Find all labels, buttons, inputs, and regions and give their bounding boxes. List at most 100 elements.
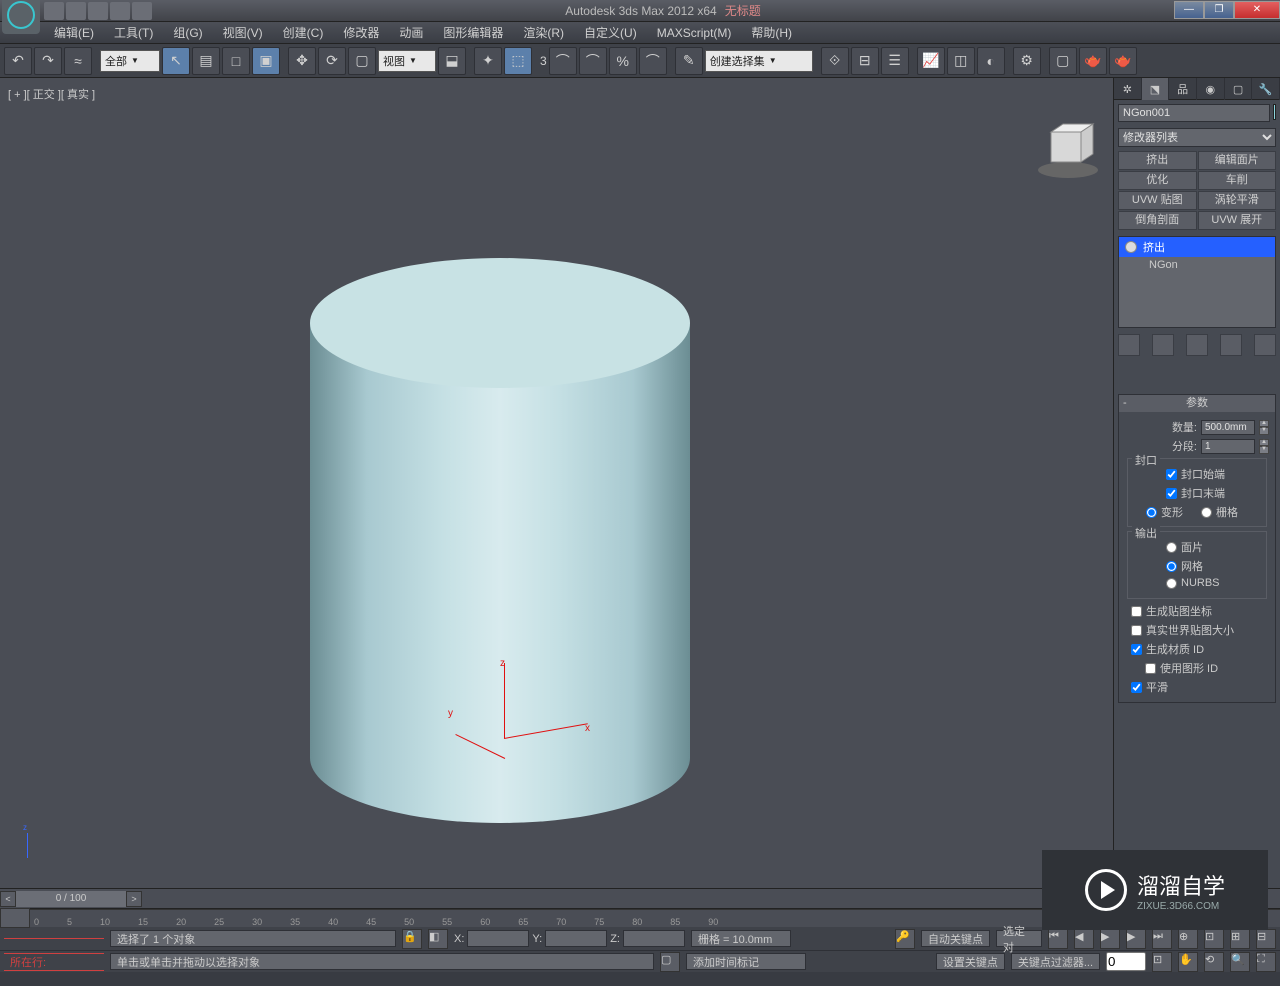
render-prod-button[interactable]: 🫖 [1109,47,1137,75]
gen-map-checkbox[interactable] [1131,606,1142,617]
select-button[interactable]: ↖ [162,47,190,75]
link-button[interactable]: ≈ [64,47,92,75]
material-editor-button[interactable]: ◐ [977,47,1005,75]
snap-toggle[interactable]: ⌒ [549,47,577,75]
render-frame-button[interactable]: ▢ [1049,47,1077,75]
menu-maxscript[interactable]: MAXScript(M) [647,23,742,43]
cylinder-object[interactable] [310,323,690,823]
goto-end[interactable]: ⏭ [1152,929,1172,949]
set-key-button[interactable]: 设置关键点 [936,953,1005,970]
amount-spinbuttons[interactable]: ▲▼ [1259,420,1269,435]
patch-radio[interactable] [1166,542,1177,553]
eye-icon[interactable] [1125,241,1137,253]
hierarchy-tab[interactable]: 品 [1169,78,1197,100]
modifier-lathe[interactable]: 车削 [1198,171,1277,190]
modifier-bevelprofile[interactable]: 倒角剖面 [1118,211,1197,230]
layers-button[interactable]: ☰ [881,47,909,75]
realworld-checkbox[interactable] [1131,625,1142,636]
menu-graph[interactable]: 图形编辑器 [433,21,513,44]
play-button[interactable]: ▶ [1100,929,1120,949]
window-crossing-button[interactable]: ▣ [252,47,280,75]
object-name-input[interactable] [1118,104,1270,122]
schematic-button[interactable]: ◫ [947,47,975,75]
nav-3[interactable]: ⊞ [1230,929,1250,949]
x-coord-input[interactable] [467,930,529,947]
time-config[interactable]: ⊡ [1152,952,1172,972]
modifier-turbosmooth[interactable]: 涡轮平滑 [1198,191,1277,210]
undo-button[interactable]: ↶ [4,47,32,75]
morph-radio[interactable] [1146,507,1157,518]
smooth-checkbox[interactable] [1131,682,1142,693]
viewport[interactable]: [ + ][ 正交 ][ 真实 ] z y x z [0,78,1114,888]
modifier-stack[interactable]: 挤出 NGon [1118,236,1276,328]
timeline-left[interactable]: < [0,891,16,907]
render-button[interactable]: 🫖 [1079,47,1107,75]
gen-matid-checkbox[interactable] [1131,644,1142,655]
modifier-editpatch[interactable]: 编辑面片 [1198,151,1277,170]
segments-spinner[interactable] [1201,439,1255,454]
cap-end-checkbox[interactable] [1166,488,1177,499]
percent-snap[interactable]: % [609,47,637,75]
nav-orbit[interactable]: ⟲ [1204,952,1224,972]
qat-button[interactable] [66,2,86,20]
unique-button[interactable] [1186,334,1208,356]
menu-render[interactable]: 渲染(R) [513,21,574,44]
scale-button[interactable]: ▢ [348,47,376,75]
z-coord-input[interactable] [623,930,685,947]
remove-mod-button[interactable] [1220,334,1242,356]
modifier-uvwmap[interactable]: UVW 贴图 [1118,191,1197,210]
grid-radio[interactable] [1201,507,1212,518]
modifier-unwrap[interactable]: UVW 展开 [1198,211,1277,230]
qat-button[interactable] [110,2,130,20]
nav-1[interactable]: ⊕ [1178,929,1198,949]
key-filter-button[interactable]: 关键点过滤器... [1011,953,1100,970]
minimize-button[interactable]: — [1174,1,1204,19]
menu-modifiers[interactable]: 修改器 [333,21,389,44]
menu-edit[interactable]: 编辑(E) [44,21,104,44]
mesh-radio[interactable] [1166,561,1177,572]
create-tab[interactable]: ✲ [1114,78,1142,100]
current-frame-input[interactable] [1106,952,1146,971]
modifier-extrude[interactable]: 挤出 [1118,151,1197,170]
viewport-label[interactable]: [ + ][ 正交 ][ 真实 ] [8,86,95,102]
selection-filter[interactable]: 全部▼ [100,50,160,72]
pin-stack-button[interactable] [1118,334,1140,356]
nav-4[interactable]: ⊟ [1256,929,1276,949]
segments-spinbuttons[interactable]: ▲▼ [1259,439,1269,454]
manipulate-button[interactable]: ✦ [474,47,502,75]
angle-snap[interactable]: ⌒ [579,47,607,75]
menu-help[interactable]: 帮助(H) [741,21,802,44]
show-end-button[interactable] [1152,334,1174,356]
stack-item-extrude[interactable]: 挤出 [1119,237,1275,257]
menu-group[interactable]: 组(G) [163,21,212,44]
maximize-button[interactable]: ❐ [1204,1,1234,19]
menu-create[interactable]: 创建(C) [273,21,334,44]
config-button[interactable] [1254,334,1276,356]
nav-zoom[interactable]: 🔍 [1230,952,1250,972]
nav-2[interactable]: ⊡ [1204,929,1224,949]
display-tab[interactable]: ▢ [1225,78,1253,100]
modify-tab[interactable]: ⬔ [1142,78,1170,100]
modifier-list-dropdown[interactable]: 修改器列表 [1118,128,1276,147]
nav-max[interactable]: ⛶ [1256,952,1276,972]
redo-button[interactable]: ↷ [34,47,62,75]
lock-button[interactable]: 🔒 [402,929,422,949]
named-selection-set[interactable]: 创建选择集▼ [705,50,813,72]
select-region-button[interactable]: □ [222,47,250,75]
nurbs-radio[interactable] [1166,578,1177,589]
align-button[interactable]: ⊟ [851,47,879,75]
stack-item-ngon[interactable]: NGon [1119,257,1275,273]
amount-spinner[interactable] [1201,420,1255,435]
select-name-button[interactable]: ▤ [192,47,220,75]
qat-button[interactable] [44,2,64,20]
qat-button[interactable] [132,2,152,20]
timeline-frame[interactable]: 0 / 100 [16,891,126,907]
edit-named-sel[interactable]: ✎ [675,47,703,75]
timeline-right[interactable]: > [126,891,142,907]
goto-start[interactable]: ⏮ [1048,929,1068,949]
cap-start-checkbox[interactable] [1166,469,1177,480]
ref-coord-dropdown[interactable]: 视图▼ [378,50,436,72]
spinner-snap[interactable]: ⌒ [639,47,667,75]
selected-box[interactable]: 选定对 [996,930,1042,947]
next-frame[interactable]: ▶ [1126,929,1146,949]
